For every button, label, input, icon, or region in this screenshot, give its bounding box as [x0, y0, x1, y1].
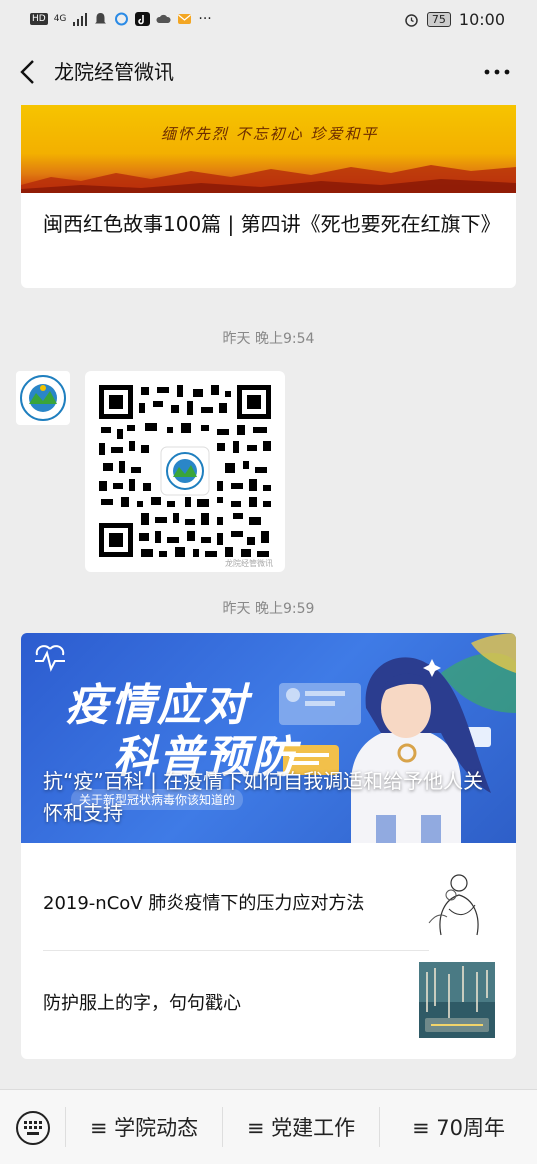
chat-header: 龙院经管微讯 — [0, 40, 537, 104]
great-wall-silhouette — [21, 165, 516, 193]
sub-article-title: 2019-nCoV 肺炎疫情下的压力应对方法 — [43, 893, 365, 914]
keyboard-icon[interactable] — [15, 1110, 51, 1146]
qr-code-image — [97, 383, 273, 559]
battery-indicator: 75 — [426, 12, 451, 27]
sub-article-title: 防护服上的字，句句戳心 — [43, 993, 241, 1014]
article-title: 闽西红色故事100篇 | 第四讲《死也要死在红旗下》 — [43, 212, 501, 236]
qr-watermark: 龙院经管微讯 — [225, 559, 273, 568]
more-options-icon[interactable] — [483, 62, 511, 82]
message-timestamp: 昨天 晚上9:59 — [222, 601, 315, 617]
alarm-icon — [405, 13, 418, 27]
cloud-icon — [156, 14, 171, 23]
bottom-menu-bar: ≡ 学院动态 ≡ 党建工作 ≡ 70周年 — [0, 1089, 537, 1164]
sub-article-item[interactable]: 防护服上的字，句句戳心 — [21, 951, 516, 1059]
notification-bell-icon — [95, 13, 107, 24]
status-right-icons: 75 10:00 — [404, 10, 505, 29]
sub-article-thumbnail — [419, 962, 495, 1038]
menu-item-70th-anniversary[interactable]: ≡ 70周年 — [380, 1090, 537, 1164]
article-cover-image: 缅怀先烈 不忘初心 珍爱和平 — [21, 105, 516, 193]
message-timestamp: 昨天 晚上9:54 — [222, 331, 315, 347]
multi-article-card: 疫情应对 科普预防 关于新型冠状病毒你该知道的 抗“疫”百科 | 在疫情下如何自… — [21, 633, 516, 1059]
more-notifications-icon: ··· — [198, 11, 212, 27]
clock: 10:00 — [458, 10, 505, 29]
qq-browser-icon — [115, 12, 129, 26]
mail-icon — [178, 14, 192, 24]
hd-badge: HD — [30, 13, 48, 25]
article-card-red-story[interactable]: 缅怀先烈 不忘初心 珍爱和平 闽西红色故事100篇 | 第四讲《死也要死在红旗下… — [21, 105, 516, 288]
college-logo-icon — [20, 375, 66, 421]
chat-title: 龙院经管微讯 — [54, 60, 174, 84]
network-label: 4G — [53, 14, 67, 24]
cover-slogan: 缅怀先烈 不忘初心 珍爱和平 — [161, 125, 379, 143]
sub-article-thumbnail — [419, 865, 495, 941]
back-arrow-icon[interactable] — [18, 58, 38, 86]
menu-item-college-news[interactable]: ≡ 学院动态 — [66, 1090, 222, 1164]
qr-code-message[interactable]: 龙院经管微讯 — [85, 371, 285, 572]
tiktok-icon — [135, 12, 151, 26]
cover-article[interactable]: 疫情应对 科普预防 关于新型冠状病毒你该知道的 抗“疫”百科 | 在疫情下如何自… — [21, 633, 516, 843]
signal-icon — [73, 13, 88, 26]
menu-item-party-work[interactable]: ≡ 党建工作 — [223, 1090, 379, 1164]
qr-finder-top-left — [99, 385, 133, 419]
status-left-icons: HD 4G ··· — [30, 11, 212, 27]
sub-article-item[interactable]: 2019-nCoV 肺炎疫情下的压力应对方法 — [21, 843, 516, 950]
cover-article-title: 抗“疫”百科 | 在疫情下如何自我调适和给予他人关怀和支持 — [43, 769, 484, 825]
official-account-avatar[interactable] — [16, 371, 70, 425]
status-bar: HD 4G ··· 75 10:00 — [0, 0, 537, 40]
